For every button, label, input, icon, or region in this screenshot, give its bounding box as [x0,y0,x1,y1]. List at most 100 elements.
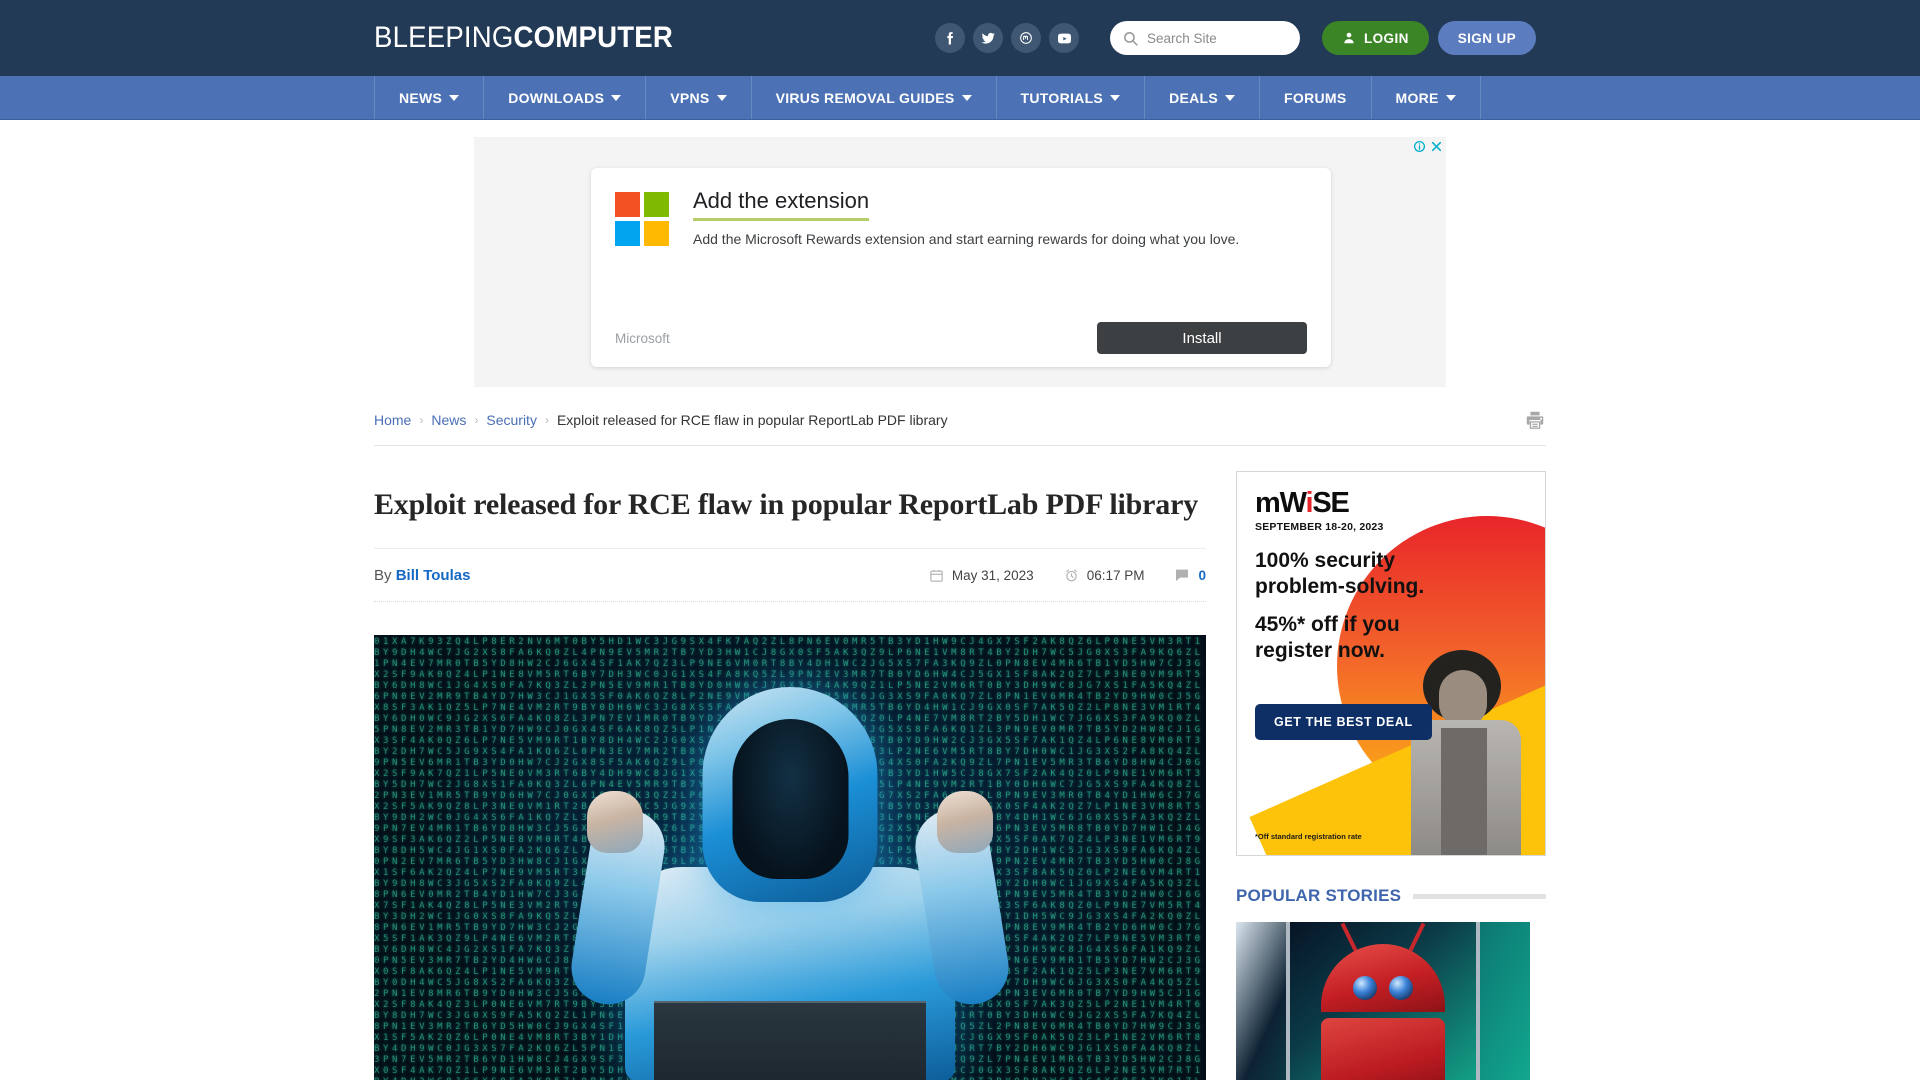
breadcrumb-item-home[interactable]: Home [374,412,411,428]
logo-text-light: BLEEPING [374,21,514,54]
user-icon [1344,32,1354,44]
signup-label: SIGN UP [1457,30,1517,46]
nav-item-vpns[interactable]: VPNS [646,76,752,119]
breadcrumb-item-news[interactable]: News [431,412,466,428]
android-robot-head-icon [1321,922,1445,1012]
headline-line-2: problem-solving. [1255,574,1425,598]
ad-info-icon[interactable] [1412,139,1427,154]
page-title: Exploit released for RCE flaw in popular… [374,466,1206,549]
ad-headline[interactable]: Add the extension [693,188,870,221]
mwise-logo-pre: mW [1255,487,1307,519]
twitter-icon[interactable] [973,23,1003,53]
chevron-down-icon [961,94,972,101]
logo-text-bold: COMPUTER [513,21,673,54]
nav-item-deals[interactable]: DEALS [1145,76,1261,119]
breadcrumb-separator: › [544,413,549,427]
microsoft-logo-icon [615,192,669,246]
author-block: By Bill Toulas [374,567,470,584]
chevron-down-icon [716,94,727,101]
laptop-icon [654,1000,926,1080]
get-the-best-deal-button[interactable]: GET THE BEST DEAL [1255,704,1432,740]
nav-item-more[interactable]: MORE [1372,76,1481,119]
ad-person-photo [1397,650,1537,855]
breadcrumb: Home › News › Security › Exploit release… [374,412,948,428]
headline-line-1: 100% security [1255,549,1396,572]
figure-hood [702,686,878,902]
headline-line-4: register now. [1255,638,1385,662]
ad-choices-controls [1412,139,1444,154]
author-link[interactable]: Bill Toulas [396,567,471,584]
mwise-logo: mWiSE SEPTEMBER 18-20, 2023 [1255,487,1384,534]
print-icon[interactable] [1524,409,1546,431]
ad-advertiser-name: Microsoft [615,330,670,346]
popular-stories-title: POPULAR STORIES [1236,886,1402,905]
figure-face-shadow [732,718,848,879]
breadcrumb-separator: › [474,413,479,427]
breadcrumb-row: Home › News › Security › Exploit release… [374,409,1546,446]
publish-time: 06:17 PM [1064,567,1145,583]
mastodon-icon[interactable] [1011,23,1041,53]
calendar-icon [930,569,943,582]
figure-fist-right [937,790,993,853]
article-column: Exploit released for RCE flaw in popular… [374,466,1206,1080]
chevron-down-icon [449,94,460,101]
popular-story-thumbnail[interactable] [1236,922,1530,1080]
nav-label: VPNS [670,89,710,106]
android-robot-body-icon [1321,1018,1445,1080]
ad-fine-print: *Off standard registration rate [1255,832,1362,841]
nav-item-news[interactable]: NEWS [374,76,485,119]
nav-label: DOWNLOADS [508,89,605,106]
mwise-headline: 100% security problem-solving. 45%* off … [1255,548,1455,663]
sidebar-column: mWiSE SEPTEMBER 18-20, 2023 100% securit… [1236,466,1546,1080]
search-icon [1124,31,1138,46]
facebook-icon[interactable] [935,23,965,53]
ad-close-icon[interactable] [1429,139,1444,154]
leaderboard-advertisement: Add the extension Add the Microsoft Rewa… [474,137,1446,387]
breadcrumb-item-current: Exploit released for RCE flaw in popular… [556,412,948,428]
nav-item-downloads[interactable]: DOWNLOADS [484,76,647,119]
comment-count-block[interactable]: 0 [1174,567,1206,583]
breadcrumb-item-security[interactable]: Security [486,412,537,428]
breadcrumb-separator: › [419,413,424,427]
site-header: BLEEPINGCOMPUTER LOGIN SIGN UP [0,0,1920,76]
site-logo[interactable]: BLEEPINGCOMPUTER [374,21,673,55]
youtube-icon[interactable] [1049,23,1079,53]
hacker-figure [555,686,1025,1080]
chevron-down-icon [1445,94,1456,101]
figure-fist-left [587,790,643,853]
article-byline: By Bill Toulas May 31, 2023 06:17 PM 0 [374,549,1206,602]
nav-label: FORUMS [1284,89,1347,106]
ad-install-button[interactable]: Install [1097,322,1307,354]
nav-label: NEWS [399,89,443,106]
nav-item-forums[interactable]: FORUMS [1260,76,1372,119]
article-meta: May 31, 2023 06:17 PM 0 [929,567,1206,583]
headline-line-3: 45%* off if you [1255,613,1400,637]
mwise-logo-post: SE [1312,487,1350,519]
signup-button[interactable]: SIGN UP [1437,21,1537,55]
chevron-down-icon [1225,94,1236,101]
publish-time-text: 06:17 PM [1086,567,1145,583]
sidebar-advertisement[interactable]: mWiSE SEPTEMBER 18-20, 2023 100% securit… [1236,471,1546,856]
chevron-down-icon [1110,94,1121,101]
nav-label: DEALS [1169,89,1219,106]
by-label: By [374,566,392,584]
comment-count: 0 [1198,567,1206,583]
login-button[interactable]: LOGIN [1322,21,1429,55]
popular-stories-header: POPULAR STORIES [1236,886,1546,906]
nav-label: TUTORIALS [1020,89,1104,106]
ad-card[interactable]: Add the extension Add the Microsoft Rewa… [591,168,1331,367]
search-box[interactable] [1110,21,1300,55]
login-label: LOGIN [1364,30,1409,46]
mwise-event-date: SEPTEMBER 18-20, 2023 [1255,521,1384,533]
phone-screen-graphic [1286,922,1480,1080]
header-rule [1413,893,1546,899]
publish-date: May 31, 2023 [929,568,1034,583]
nav-item-tutorials[interactable]: TUTORIALS [997,76,1146,119]
nav-item-virus-removal-guides[interactable]: VIRUS REMOVAL GUIDES [752,76,997,119]
header-right-group: LOGIN SIGN UP [935,0,1537,76]
nav-label: MORE [1395,89,1439,106]
search-input[interactable] [1147,30,1288,46]
alarm-clock-icon [1065,568,1077,581]
chevron-down-icon [611,94,622,101]
ad-description: Add the Microsoft Rewards extension and … [693,231,1240,247]
